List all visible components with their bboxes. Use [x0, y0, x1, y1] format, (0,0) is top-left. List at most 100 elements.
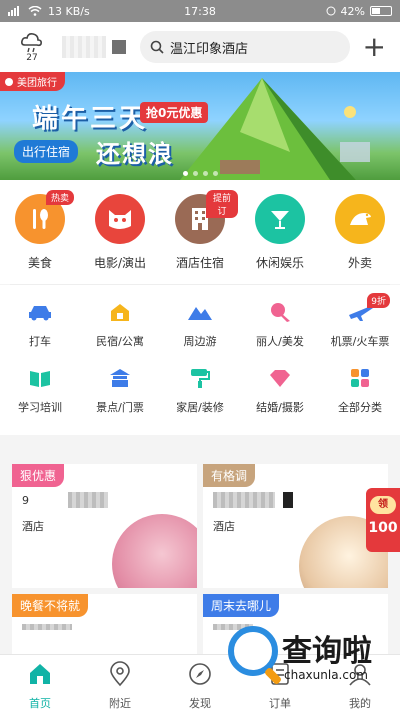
status-left: 13 KB/s: [8, 5, 326, 18]
subcat-label: 全部分类: [338, 401, 382, 414]
delivery-kangaroo-icon: [350, 213, 371, 225]
signal-icon: [8, 6, 19, 16]
subcat-homestay[interactable]: 民宿/公寓: [80, 293, 160, 359]
banner-dot[interactable]: [202, 171, 208, 176]
banner-title: 端午三天: [32, 104, 149, 134]
search-bar[interactable]: 温江印象酒店: [140, 31, 350, 63]
category-movie[interactable]: 电影/演出: [82, 194, 158, 284]
card-title-blurred: [22, 624, 72, 630]
card-tag: 有格调: [203, 464, 256, 487]
banner-subtitle: 出行住宿: [14, 140, 79, 163]
watermark-logo-icon: [228, 626, 278, 676]
subcat-taxi[interactable]: 打车: [0, 293, 80, 359]
deal-card-hotel-2[interactable]: 有格调 酒店: [203, 464, 388, 588]
subcat-label: 民宿/公寓: [96, 335, 144, 348]
takeaway-circle: [335, 194, 385, 244]
subcat-label: 家居/装修: [176, 401, 224, 414]
sub-category-grid: 打车 民宿/公寓 周边游 丽人/美发 9折 机票/火车票 学习培训 景点/门票 …: [0, 285, 400, 435]
nav-label: 订单: [269, 697, 291, 710]
card-subtitle: 酒店: [22, 520, 44, 533]
dropdown-square-icon[interactable]: [112, 40, 126, 54]
compass-icon: [189, 663, 211, 685]
meituan-travel-badge: 美团旅行: [0, 72, 65, 91]
coupon-amount: 100: [368, 520, 398, 536]
card-tag: 狠优惠: [12, 464, 65, 487]
nav-nearby[interactable]: 附近: [80, 655, 160, 711]
grid-icon: [347, 365, 373, 391]
diamond-icon: [267, 365, 293, 391]
subcat-tickets[interactable]: 景点/门票: [80, 359, 160, 425]
network-speed: 13 KB/s: [48, 4, 90, 18]
nav-label: 我的: [349, 697, 371, 710]
subcat-nearby-tour[interactable]: 周边游: [160, 293, 240, 359]
car-icon: [27, 299, 53, 325]
category-takeaway[interactable]: 外卖: [322, 194, 398, 284]
fork-knife-icon: [33, 209, 48, 229]
category-leisure[interactable]: 休闲娱乐: [242, 194, 318, 284]
subcat-beauty[interactable]: 丽人/美发: [240, 293, 320, 359]
category-label: 外卖: [347, 256, 372, 270]
battery-icon: [370, 6, 392, 16]
card-tag: 晚餐不将就: [12, 594, 89, 617]
leisure-circle: [255, 194, 305, 244]
temple-icon: [107, 365, 133, 391]
house-icon: [107, 299, 133, 325]
subcat-label: 打车: [29, 335, 51, 348]
site-watermark: 查询啦 chaxunla.com: [222, 620, 398, 690]
watermark-text: 查询啦: [282, 634, 372, 669]
deal-card-dinner[interactable]: 晚餐不将就: [12, 594, 197, 654]
paint-roller-icon: [187, 365, 213, 391]
cat-face-icon: [109, 210, 131, 229]
meituan-logo-icon: [5, 77, 13, 86]
add-button[interactable]: +: [363, 33, 386, 61]
subcat-training[interactable]: 学习培训: [0, 359, 80, 425]
banner-dot[interactable]: [192, 171, 198, 176]
subcat-label: 学习培训: [18, 401, 62, 414]
subcat-label: 景点/门票: [96, 401, 144, 414]
banner-badge-label: 美团旅行: [17, 78, 57, 89]
subcat-home-decor[interactable]: 家居/装修: [160, 359, 240, 425]
mountain-icon: [187, 299, 213, 325]
category-label: 电影/演出: [93, 256, 147, 270]
category-hotel[interactable]: 提前订 酒店住宿: [162, 190, 238, 284]
subcat-label: 结婚/摄影: [256, 401, 304, 414]
subcat-wedding[interactable]: 结婚/摄影: [240, 359, 320, 425]
search-icon: [150, 40, 164, 54]
discount-badge: 9折: [367, 293, 390, 308]
banner-tag: 抢0元优惠: [140, 102, 209, 123]
weather-temp: 27: [26, 53, 38, 63]
wifi-icon: [28, 6, 42, 16]
banner-big-text: 还想浪: [96, 140, 174, 168]
top-header: 27 温江印象酒店 +: [0, 22, 400, 72]
subcat-flight-train[interactable]: 9折 机票/火车票: [320, 293, 400, 359]
book-icon: [27, 365, 53, 391]
city-selector-blurred[interactable]: [62, 36, 106, 58]
card-image-room: [112, 514, 197, 588]
category-badge: 热卖: [46, 190, 75, 205]
subcat-label: 周边游: [183, 335, 217, 348]
card-title-prefix: 9: [22, 494, 29, 507]
card-title-blurred: [283, 492, 293, 508]
promo-banner[interactable]: 美团旅行 端午三天 抢0元优惠 出行住宿 还想浪: [0, 72, 400, 180]
category-label: 美食: [27, 256, 52, 270]
category-label: 休闲娱乐: [255, 256, 304, 270]
card-subtitle: 酒店: [213, 520, 235, 533]
movie-circle: [95, 194, 145, 244]
coupon-claim-label: 领: [370, 496, 396, 514]
nav-home[interactable]: 首页: [0, 655, 80, 711]
category-badge: 提前订: [206, 190, 238, 218]
banner-dot[interactable]: [212, 171, 218, 176]
weather-widget[interactable]: 27: [8, 31, 56, 63]
subcat-label: 丽人/美发: [256, 335, 304, 348]
deal-card-hotel-1[interactable]: 狠优惠 9 酒店: [12, 464, 197, 588]
beauty-icon: [267, 299, 293, 325]
nav-label: 附近: [109, 697, 131, 710]
nav-label: 首页: [29, 697, 51, 710]
subcat-all[interactable]: 全部分类: [320, 359, 400, 425]
coupon-float-button[interactable]: 领 100: [366, 488, 400, 552]
category-food[interactable]: 热卖 美食: [2, 190, 78, 284]
banner-pagination: [0, 171, 400, 176]
banner-dot[interactable]: [182, 171, 188, 176]
nav-label: 发现: [189, 697, 211, 710]
status-right: 42%: [326, 5, 392, 18]
